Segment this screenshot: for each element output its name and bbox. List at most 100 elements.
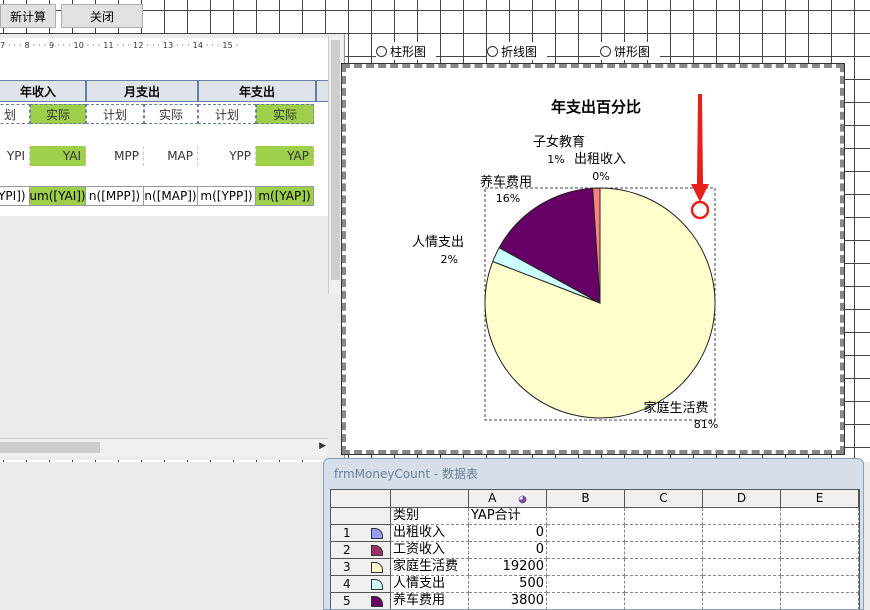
category-header-cell[interactable]: 类别 [391, 508, 469, 525]
empty-cell[interactable] [703, 542, 781, 559]
empty-cell[interactable] [625, 593, 703, 609]
empty-cell[interactable] [625, 542, 703, 559]
recalculate-button[interactable]: 新计算 [0, 4, 56, 28]
scroll-thumb[interactable] [331, 40, 340, 280]
value-cell[interactable]: 500 [469, 576, 547, 593]
group-header-monthly-expense: 月支出 [86, 80, 198, 102]
pie-slices [484, 187, 716, 419]
sub-header-actual: 实际 [30, 104, 86, 124]
empty-cell[interactable] [625, 525, 703, 542]
value-cell[interactable]: 0 [469, 525, 547, 542]
red-arrow-annotation [690, 94, 710, 220]
scroll-right-arrow-icon[interactable]: ▶ [319, 441, 326, 451]
column-header-b[interactable]: B [547, 490, 625, 508]
empty-cell[interactable] [625, 559, 703, 576]
radio-label: 饼形图 [614, 44, 651, 59]
category-cell[interactable]: 出租收入 [391, 525, 469, 542]
category-cell[interactable]: 养车费用 [391, 593, 469, 609]
value-cell[interactable]: 0 [469, 542, 547, 559]
field-yap[interactable]: YAP [256, 146, 314, 166]
sub-header-actual: 实际 [256, 104, 314, 124]
category-cell[interactable]: 家庭生活费 [391, 559, 469, 576]
sum-map[interactable]: n([MAP]) [144, 186, 198, 206]
radio-line-chart[interactable]: 折线图 [487, 42, 547, 60]
empty-cell[interactable] [547, 508, 625, 525]
radio-bar-chart[interactable]: 柱形图 [376, 42, 436, 60]
field-ypp[interactable]: YPP [198, 146, 256, 166]
vertical-scrollbar[interactable] [328, 36, 343, 294]
field-map[interactable]: MAP [144, 146, 198, 166]
empty-cell[interactable] [781, 576, 859, 593]
empty-cell[interactable] [547, 525, 625, 542]
pie-slice-color-icon [371, 596, 383, 607]
pie-slice-color-icon [371, 562, 383, 573]
slice-category-label: 家庭生活费 [643, 400, 708, 416]
empty-cell[interactable] [781, 508, 859, 525]
empty-cell[interactable] [703, 559, 781, 576]
corner-cell[interactable] [331, 490, 391, 508]
datasheet-window[interactable]: frmMoneyCount - 数据表 A ◕ B C D E 类别 YAP合计… [323, 458, 864, 610]
series-name-cell[interactable]: YAP合计 [469, 508, 547, 525]
column-header-blank[interactable] [391, 490, 469, 508]
close-button[interactable]: 关闭 [61, 4, 143, 28]
chart-object[interactable]: 年支出百分比 家庭生活费 81% 人情支出 2% 养车费用 16% 子女教育 1% 出租收入 0% [341, 63, 845, 455]
row-number: 3 [343, 560, 351, 574]
pie-series-icon: ◕ [518, 494, 527, 505]
empty-cell[interactable] [781, 525, 859, 542]
sum-ypp[interactable]: m([YPP]) [198, 186, 256, 206]
row-header[interactable]: 5 [331, 593, 391, 609]
slice-percent-label: 0% [592, 170, 609, 183]
column-header-d[interactable]: D [703, 490, 781, 508]
column-header-e[interactable]: E [781, 490, 859, 508]
ruler-ticks: 7 · · · 8 · · · 9 · · · 10 · · · 11 · · … [0, 41, 239, 50]
empty-cell[interactable] [781, 542, 859, 559]
row-header[interactable]: 3 [331, 559, 391, 576]
row-header-blank[interactable] [331, 508, 391, 525]
empty-cell[interactable] [703, 508, 781, 525]
row-header[interactable]: 1 [331, 525, 391, 542]
sum-mpp[interactable]: n([MPP]) [86, 186, 144, 206]
field-yai[interactable]: YAI [30, 146, 86, 166]
slice-percent-label: 1% [547, 153, 564, 166]
category-cell[interactable]: 工资收入 [391, 542, 469, 559]
category-cell[interactable]: 人情支出 [391, 576, 469, 593]
row-number: 5 [343, 594, 351, 608]
scroll-thumb[interactable] [0, 442, 100, 453]
column-header-c[interactable]: C [625, 490, 703, 508]
empty-cell[interactable] [625, 576, 703, 593]
radio-circle-icon [487, 45, 498, 57]
slice-percent-label: 16% [496, 192, 520, 205]
value-cell[interactable]: 3800 [469, 593, 547, 609]
radio-pie-chart[interactable]: 饼形图 [600, 42, 660, 60]
horizontal-scrollbar[interactable]: ▶ [0, 438, 328, 456]
empty-cell[interactable] [625, 508, 703, 525]
row-number: 2 [343, 543, 351, 557]
group-header-overflow [316, 80, 328, 102]
radio-circle-icon [376, 45, 387, 57]
empty-cell[interactable] [547, 593, 625, 609]
sum-yap[interactable]: m([YAP]) [256, 186, 314, 206]
pie-chart-svg: 年支出百分比 家庭生活费 81% 人情支出 2% 养车费用 16% 子女教育 1% 出租收入 0% [412, 98, 718, 431]
pie-slice-color-icon [371, 579, 383, 590]
empty-cell[interactable] [781, 559, 859, 576]
field-ypi[interactable]: YPI [0, 146, 30, 166]
row-header[interactable]: 2 [331, 542, 391, 559]
row-header[interactable]: 4 [331, 576, 391, 593]
value-cell[interactable]: 19200 [469, 559, 547, 576]
datasheet-grid[interactable]: A ◕ B C D E 类别 YAP合计 1 出租收入 0 2 工资收入 0 3 家庭生活费 1… [330, 489, 860, 609]
field-mpp[interactable]: MPP [86, 146, 144, 166]
horizontal-ruler: 7 · · · 8 · · · 9 · · · 10 · · · 11 · · … [0, 38, 328, 57]
sum-ypi[interactable]: [YPI]) [0, 186, 30, 206]
column-header-a[interactable]: A ◕ [469, 490, 547, 508]
empty-cell[interactable] [703, 593, 781, 609]
empty-cell[interactable] [547, 559, 625, 576]
sub-header-plan: 划 [0, 104, 30, 124]
empty-cell[interactable] [703, 576, 781, 593]
slice-category-label: 出租收入 [574, 152, 626, 167]
sum-yai[interactable]: um([YAI]) [30, 186, 86, 206]
empty-cell[interactable] [547, 542, 625, 559]
empty-cell[interactable] [703, 525, 781, 542]
empty-cell[interactable] [547, 576, 625, 593]
empty-cell[interactable] [781, 593, 859, 609]
datasheet-title: frmMoneyCount - 数据表 [334, 467, 479, 481]
